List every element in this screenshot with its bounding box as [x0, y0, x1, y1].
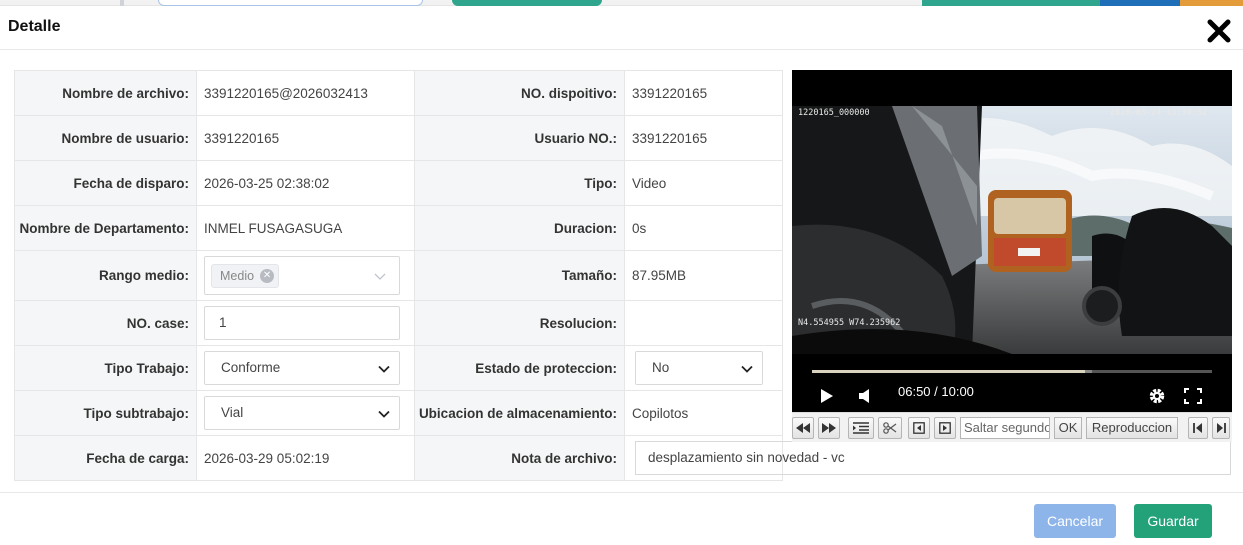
- label-fecha-carga: Fecha de carga:: [14, 435, 197, 481]
- dialog-header: Detalle: [0, 6, 1243, 50]
- save-button[interactable]: Guardar: [1134, 504, 1212, 538]
- estado-proteccion-value: No: [652, 360, 670, 375]
- label-duracion: Duracion:: [414, 205, 625, 251]
- playback-toolbar: Saltar segundo OK Reproduccion: [792, 412, 1232, 442]
- close-icon[interactable]: [1206, 18, 1232, 44]
- row-fecha-disparo: Fecha de disparo: 2026-03-25 02:38:02 Ti…: [14, 160, 783, 206]
- row-departamento: Nombre de Departamento: INMEL FUSAGASUGA…: [14, 205, 783, 251]
- label-departamento: Nombre de Departamento:: [14, 205, 197, 251]
- chevron-down-icon: [374, 273, 386, 280]
- ok-button[interactable]: OK: [1054, 417, 1082, 439]
- label-tipo-trabajo: Tipo Trabajo:: [14, 345, 197, 391]
- play-icon[interactable]: [820, 388, 834, 409]
- label-usuario-no: Usuario NO.:: [414, 115, 625, 161]
- tipo-trabajo-cell: Conforme: [196, 345, 415, 391]
- value-nombre-usuario: 3391220165: [196, 115, 415, 161]
- row-nombre-usuario: Nombre de usuario: 3391220165 Usuario NO…: [14, 115, 783, 161]
- volume-icon[interactable]: [858, 388, 872, 409]
- chevron-down-icon: [378, 410, 390, 418]
- value-tipo: Video: [624, 160, 783, 206]
- dialog-title: Detalle: [8, 18, 61, 35]
- skip-seconds-input[interactable]: Saltar segundo: [960, 417, 1050, 439]
- skip-to-end-icon[interactable]: [1212, 417, 1230, 439]
- value-usuario-no: 3391220165: [624, 115, 783, 161]
- value-fecha-disparo: 2026-03-25 02:38:02: [196, 160, 415, 206]
- estado-proteccion-cell: No: [624, 345, 783, 391]
- player-controls: 06:50 / 10:00: [792, 354, 1232, 412]
- frame-forward-icon[interactable]: [934, 417, 956, 439]
- label-no-dispositivo: NO. dispoitivo:: [414, 70, 625, 116]
- value-duracion: 0s: [624, 205, 783, 251]
- fullscreen-icon[interactable]: [1184, 388, 1202, 409]
- no-case-input-value: 1: [219, 315, 227, 330]
- video-player[interactable]: 1220165_000000 2026-03-24 13:34:52 N4.55…: [792, 70, 1232, 412]
- label-rango-medio: Rango medio:: [14, 250, 197, 301]
- footer-divider: [0, 492, 1243, 493]
- estado-proteccion-select[interactable]: No: [635, 351, 763, 385]
- no-case-cell: 1: [196, 300, 415, 346]
- osd-datetime: 2026-03-24 13:34:52: [1110, 108, 1208, 118]
- osd-gps: N4.554955 W74.235962: [798, 318, 901, 328]
- cut-scissors-icon[interactable]: [878, 417, 902, 439]
- playback-mode-button[interactable]: Reproduccion: [1086, 417, 1178, 439]
- row-tipo-trabajo: Tipo Trabajo: Conforme Estado de protecc…: [14, 345, 783, 391]
- player-time: 06:50 / 10:00: [898, 384, 974, 399]
- label-nombre-usuario: Nombre de usuario:: [14, 115, 197, 161]
- value-tamano: 87.95MB: [624, 250, 783, 301]
- tipo-trabajo-select[interactable]: Conforme: [204, 351, 400, 385]
- list-indent-icon[interactable]: [848, 417, 874, 439]
- label-ubicacion-almacenamiento: Ubicacion de almacenamiento:: [414, 390, 625, 436]
- row-nombre-archivo: Nombre de archivo: 3391220165@2026032413…: [14, 70, 783, 116]
- skip-to-start-icon[interactable]: [1188, 417, 1208, 439]
- value-departamento: INMEL FUSAGASUGA: [196, 205, 415, 251]
- label-tipo-subtrabajo: Tipo subtrabajo:: [14, 390, 197, 436]
- label-tamano: Tamaño:: [414, 250, 625, 301]
- label-tipo: Tipo:: [414, 160, 625, 206]
- dashcam-video-image: [792, 106, 1232, 354]
- osd-camera-label: 1220165_000000: [798, 108, 870, 118]
- label-nota-archivo: Nota de archivo:: [414, 435, 625, 481]
- label-resolucion: Resolucion:: [414, 300, 625, 346]
- video-frame[interactable]: 1220165_000000 2026-03-24 13:34:52 N4.55…: [792, 106, 1232, 354]
- tipo-subtrabajo-select[interactable]: Vial: [204, 396, 400, 430]
- tipo-trabajo-value: Conforme: [221, 360, 281, 375]
- detail-form-table: Nombre de archivo: 3391220165@2026032413…: [14, 70, 783, 481]
- value-no-dispositivo: 3391220165: [624, 70, 783, 116]
- tipo-subtrabajo-value: Vial: [221, 405, 244, 420]
- label-no-case: NO. case:: [14, 300, 197, 346]
- row-rango-medio: Rango medio: Medio ✕ Tamaño: 87.95MB: [14, 250, 783, 301]
- progress-fill: [812, 370, 1086, 373]
- rango-medio-multiselect[interactable]: Medio ✕: [204, 256, 400, 295]
- no-case-input[interactable]: 1: [204, 306, 400, 340]
- value-resolucion: [624, 300, 783, 346]
- chevron-down-icon: [378, 365, 390, 373]
- value-fecha-carga: 2026-03-29 05:02:19: [196, 435, 415, 481]
- row-tipo-subtrabajo: Tipo subtrabajo: Vial Ubicacion de almac…: [14, 390, 783, 436]
- value-rango-medio-cell: Medio ✕: [196, 250, 415, 301]
- frame-back-icon[interactable]: [908, 417, 930, 439]
- tipo-subtrabajo-cell: Vial: [196, 390, 415, 436]
- rango-medio-tag: Medio ✕: [211, 264, 280, 288]
- value-nombre-archivo: 3391220165@2026032413: [196, 70, 415, 116]
- rewind-icon[interactable]: [792, 417, 814, 439]
- value-ubicacion-almacenamiento: Copilotos: [624, 390, 783, 436]
- settings-gear-icon[interactable]: [1148, 387, 1166, 410]
- rango-medio-tag-label: Medio: [220, 269, 255, 283]
- chevron-down-icon: [741, 365, 753, 373]
- fast-forward-icon[interactable]: [818, 417, 840, 439]
- row-no-case: NO. case: 1 Resolucion:: [14, 300, 783, 346]
- tag-remove-icon[interactable]: ✕: [260, 269, 275, 283]
- label-estado-proteccion: Estado de proteccion:: [414, 345, 625, 391]
- label-fecha-disparo: Fecha de disparo:: [14, 160, 197, 206]
- label-nombre-archivo: Nombre de archivo:: [14, 70, 197, 116]
- cancel-button[interactable]: Cancelar: [1034, 504, 1116, 538]
- nota-archivo-input[interactable]: desplazamiento sin novedad - vc: [635, 441, 1231, 475]
